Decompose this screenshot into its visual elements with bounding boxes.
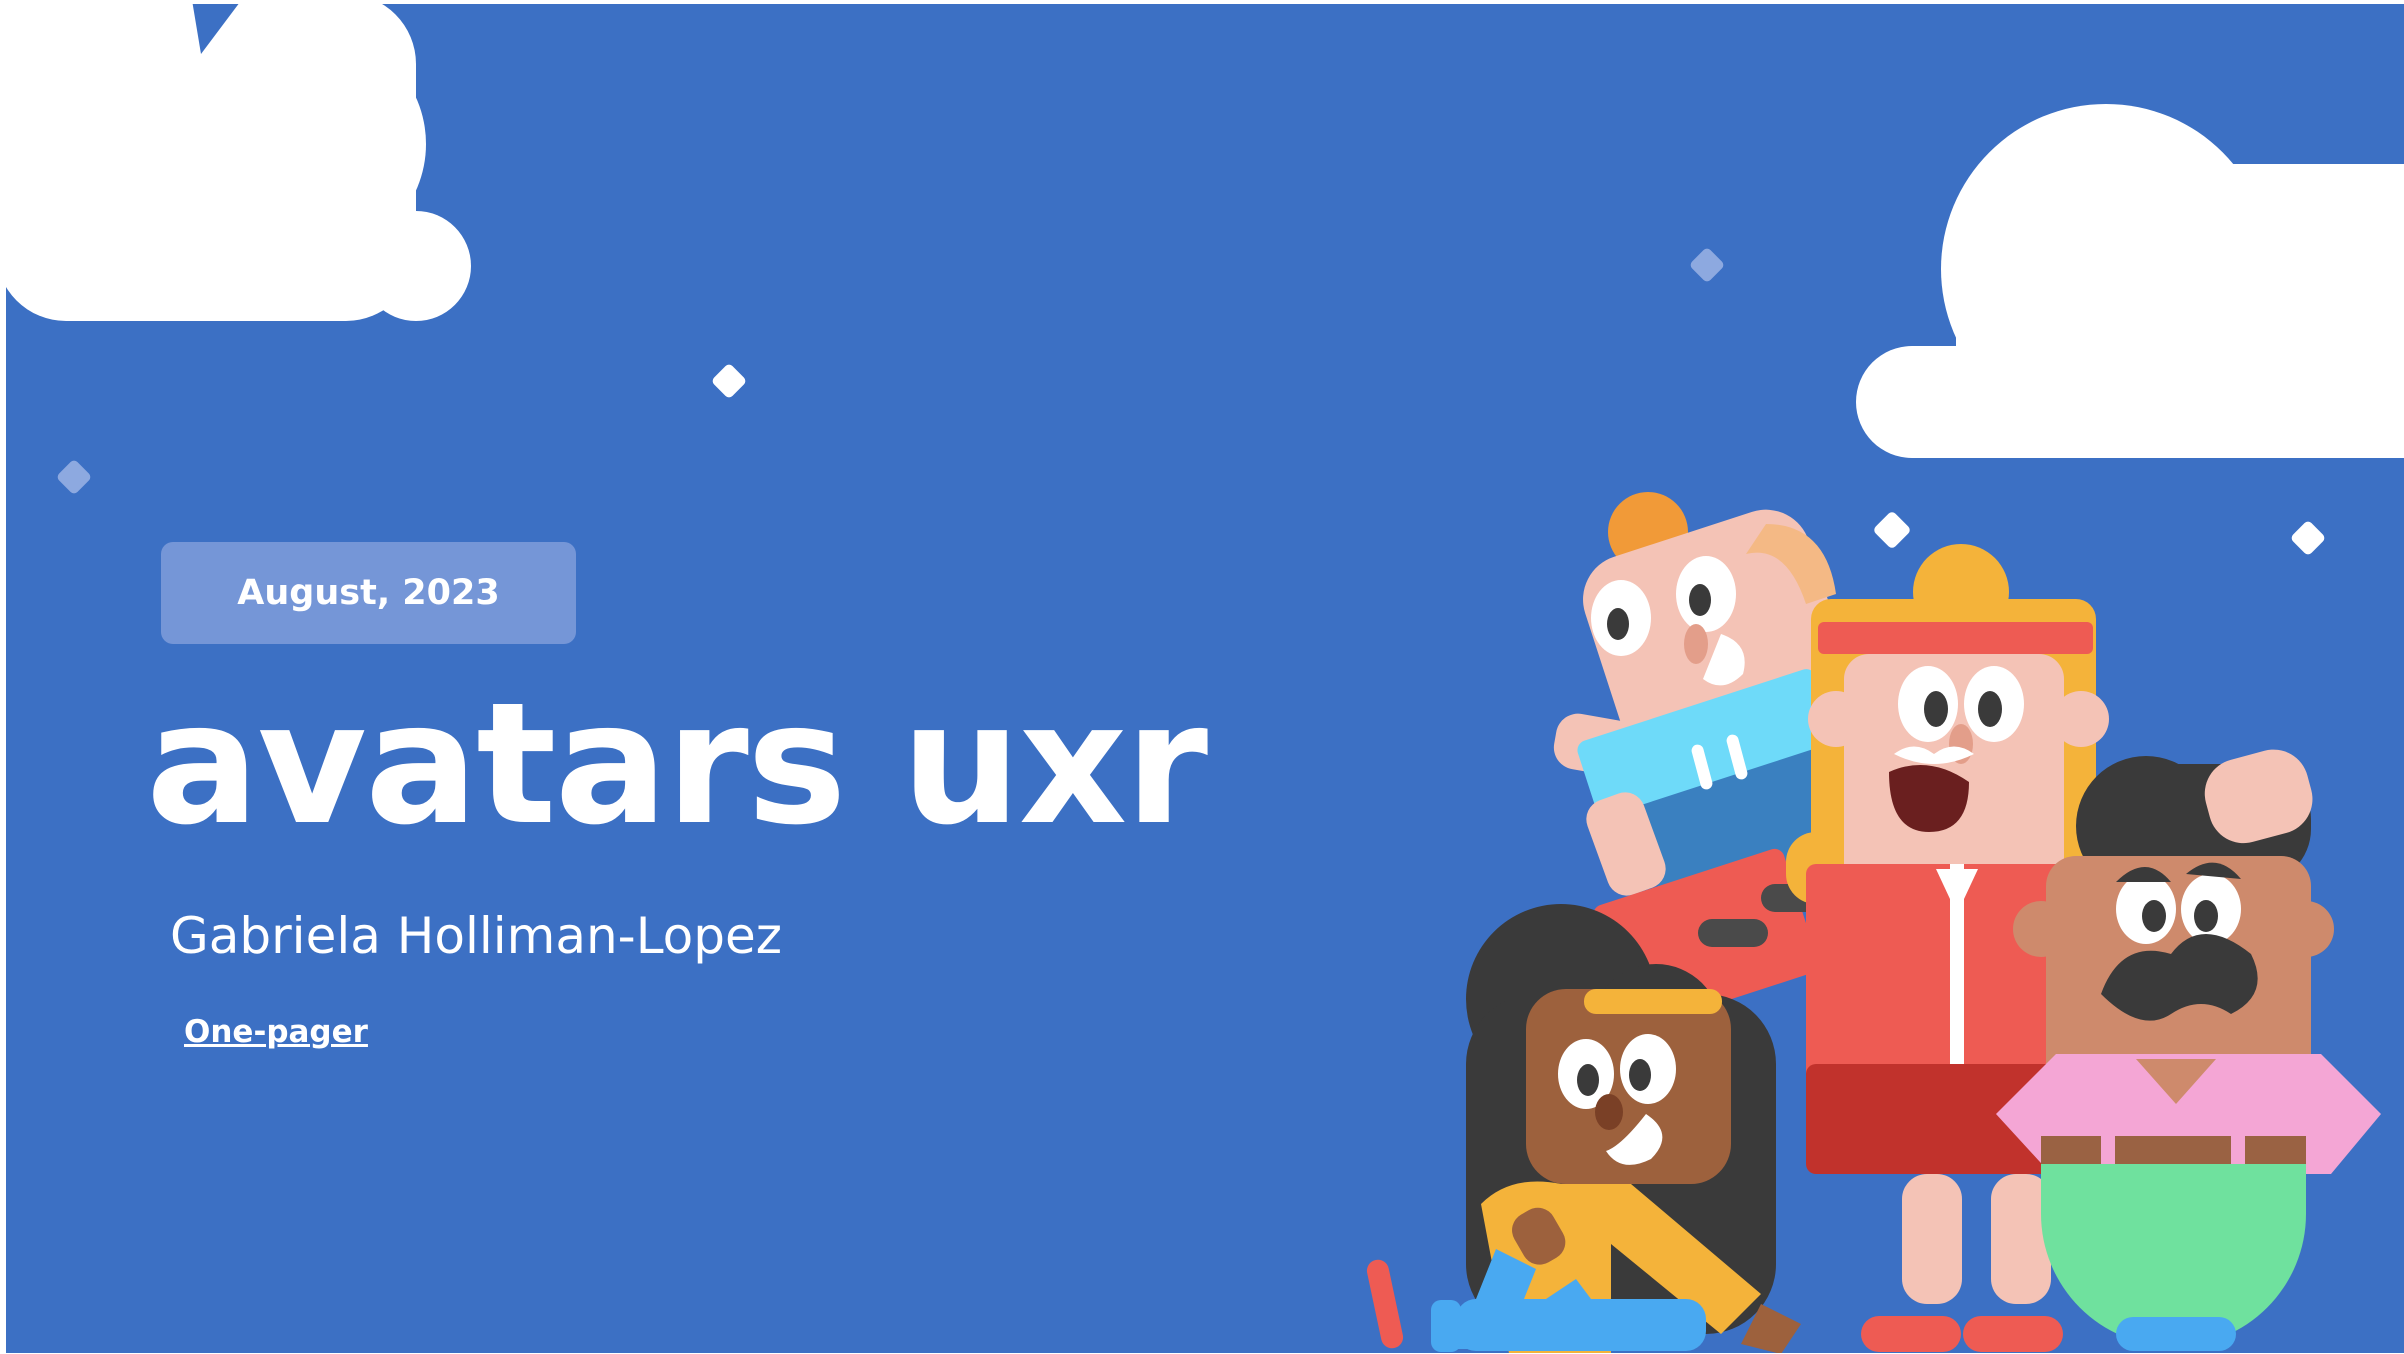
one-pager-link[interactable]: One-pager — [184, 1014, 368, 1050]
date-badge: August, 2023 — [161, 542, 576, 644]
slide-canvas: August, 2023 avatars uxr Gabriela Hollim… — [6, 4, 2404, 1353]
cloud-illustration-left — [6, 4, 471, 321]
author-name: Gabriela Holliman-Lopez — [170, 907, 783, 965]
characters-illustration — [1366, 492, 2381, 1353]
cloud-illustration-right — [1856, 104, 2404, 458]
slide-title: avatars uxr — [146, 666, 1208, 862]
date-text: August, 2023 — [237, 573, 500, 613]
